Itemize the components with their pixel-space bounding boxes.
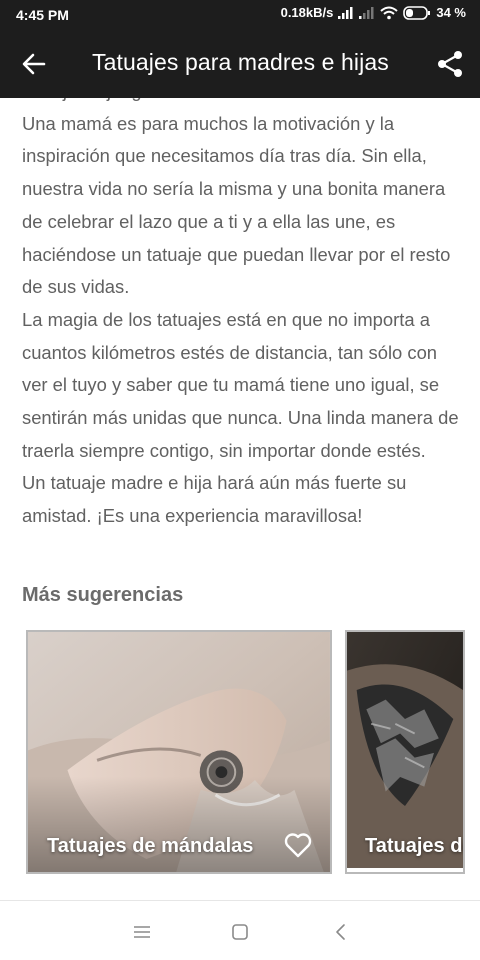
- status-right: 0.18kB/s 34 %: [281, 5, 466, 20]
- signal-weak-icon: [359, 6, 374, 19]
- menu-icon[interactable]: [131, 921, 153, 943]
- card-title: Tatuajes de: [365, 835, 465, 857]
- status-time: 4:45 PM: [16, 7, 69, 23]
- suggestion-card[interactable]: Tatuajes de mándalas: [26, 630, 332, 874]
- suggestion-card[interactable]: Tatuajes de: [345, 630, 465, 874]
- home-square-icon[interactable]: [229, 921, 251, 943]
- suggestions-heading: Más sugerencias: [22, 584, 184, 606]
- card-title: Tatuajes de mándalas: [47, 835, 254, 857]
- card-image: [347, 632, 463, 868]
- battery-percent: 34 %: [436, 5, 466, 20]
- article-cut-line: tatuajes a juego.: [22, 98, 462, 108]
- article-paragraph: Un tatuaje madre e hija hará aún más fue…: [22, 472, 407, 527]
- share-icon[interactable]: [436, 49, 464, 79]
- app-bar: 4:45 PM 0.18kB/s 34 % Tatuajes para madr…: [0, 0, 480, 98]
- arrow-left-icon[interactable]: [20, 50, 48, 78]
- page-title: Tatuajes para madres e hijas: [92, 49, 389, 75]
- article-paragraph: Una mamá es para muchos la motivación y …: [22, 112, 451, 298]
- system-nav-bar: [0, 900, 480, 960]
- status-bar: 4:45 PM 0.18kB/s 34 %: [0, 0, 480, 30]
- back-chevron-icon[interactable]: [330, 921, 352, 943]
- article-scroll-area[interactable]: tatuajes a juego. Una mamá es para mucho…: [0, 98, 480, 900]
- suggestions-carousel[interactable]: Tatuajes de mándalas Tatuajes de: [26, 630, 480, 875]
- wifi-icon: [380, 6, 399, 19]
- battery-icon: [403, 5, 431, 20]
- heart-outline-icon[interactable]: [284, 832, 312, 858]
- article-paragraph: La magia de los tatuajes está en que no …: [22, 308, 459, 461]
- network-speed: 0.18kB/s: [280, 5, 334, 20]
- article-body: tatuajes a juego. Una mamá es para mucho…: [22, 98, 462, 533]
- toolbar: Tatuajes para madres e hijas: [0, 30, 480, 98]
- signal-icon: [338, 6, 353, 19]
